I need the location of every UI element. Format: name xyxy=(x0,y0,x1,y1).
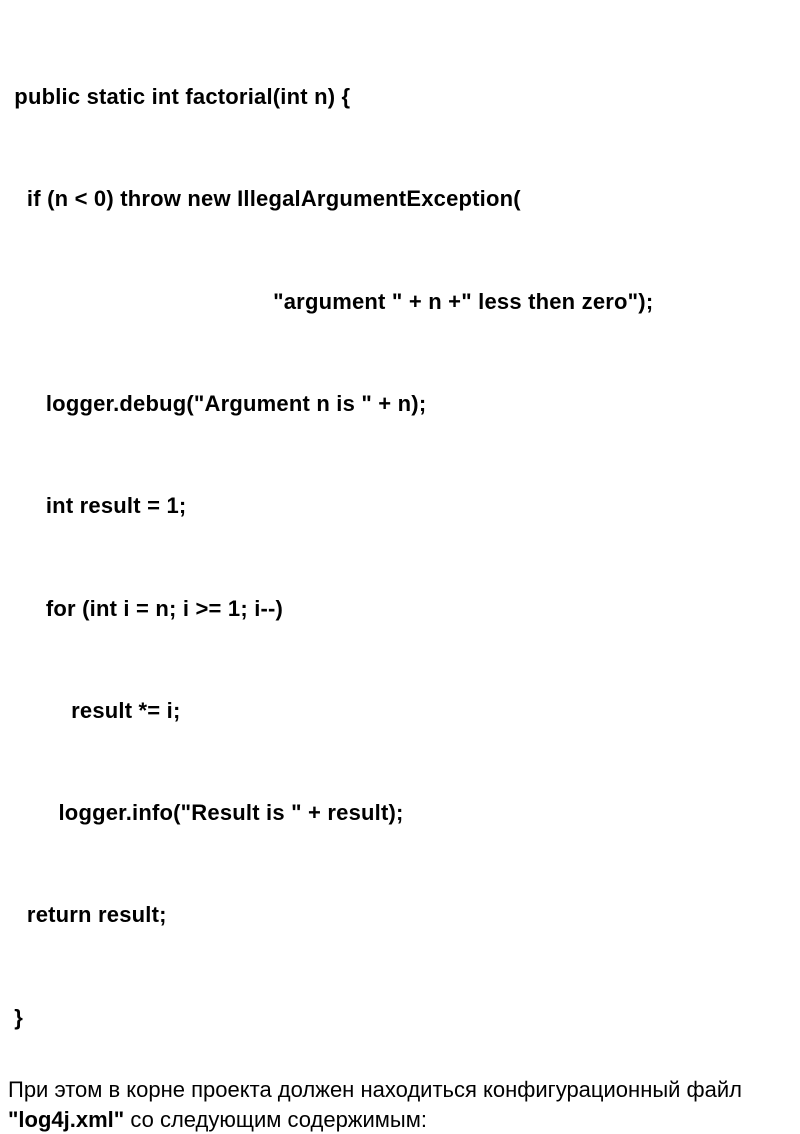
code-line: public static int factorial(int n) { xyxy=(8,80,792,114)
code-line: "argument " + n +" less then zero"); xyxy=(8,285,792,319)
code-block: public static int factorial(int n) { if … xyxy=(8,12,792,1069)
prose-before: При этом в корне проекта должен находить… xyxy=(8,1077,742,1102)
code-line: result *= i; xyxy=(8,694,792,728)
code-line: logger.info("Result is " + result); xyxy=(8,796,792,830)
code-line: return result; xyxy=(8,898,792,932)
prose-after: со следующим содержимым: xyxy=(124,1107,427,1132)
code-line: int result = 1; xyxy=(8,489,792,523)
prose-filename: "log4j.xml" xyxy=(8,1107,124,1132)
code-line: logger.debug("Argument n is " + n); xyxy=(8,387,792,421)
code-line: for (int i = n; i >= 1; i--) xyxy=(8,592,792,626)
code-line: if (n < 0) throw new IllegalArgumentExce… xyxy=(8,182,792,216)
code-line: } xyxy=(8,1001,792,1035)
description-paragraph: При этом в корне проекта должен находить… xyxy=(8,1075,792,1134)
